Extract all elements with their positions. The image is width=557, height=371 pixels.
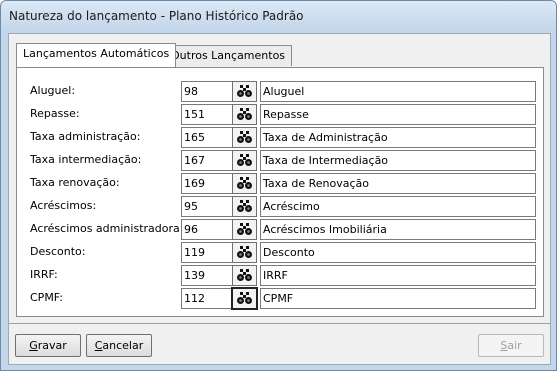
search-button[interactable] — [232, 173, 257, 194]
code-input[interactable]: 95 — [181, 196, 233, 217]
code-input[interactable]: 112 — [181, 288, 233, 309]
form-row: Taxa renovação: 169 Taxa de Renovação — [17, 173, 543, 194]
code-input[interactable]: 165 — [181, 127, 233, 148]
form-row: Desconto: 119 Desconto — [17, 242, 543, 263]
field-label: Acréscimos administradora: — [30, 222, 184, 235]
description-field: Repasse — [260, 104, 536, 125]
description-field: Desconto — [260, 242, 536, 263]
window-title: Natureza do lançamento - Plano Histórico… — [9, 9, 304, 23]
form-row: CPMF: 112 CPMF — [17, 287, 543, 310]
code-input[interactable]: 167 — [181, 150, 233, 171]
form-row: Taxa intermediação: 167 Taxa de Intermedia… — [17, 150, 543, 171]
footer-separator — [9, 323, 550, 324]
form-row: Acréscimos administradora: 96 Acréscimos I… — [17, 219, 543, 240]
exit-button[interactable]: Sair — [478, 334, 544, 357]
description-field: Aluguel — [260, 81, 536, 102]
save-button[interactable]: Gravar — [15, 334, 81, 357]
search-button[interactable] — [232, 219, 257, 240]
form-row: Aluguel: 98 Aluguel — [17, 81, 543, 102]
field-label: CPMF: — [30, 291, 63, 304]
description-field: Acréscimos Imobiliária — [260, 219, 536, 240]
search-button[interactable] — [232, 265, 257, 286]
dialog-window: Natureza do lançamento - Plano Histórico… — [0, 0, 557, 371]
cancel-button[interactable]: Cancelar — [86, 334, 152, 357]
field-label: Taxa administração: — [30, 130, 141, 143]
tab-strip: Lançamentos Automáticos Outros Lançament… — [16, 43, 546, 68]
search-button[interactable] — [232, 150, 257, 171]
field-label: Repasse: — [30, 107, 80, 120]
dialog-client-area: Lançamentos Automáticos Outros Lançament… — [8, 33, 551, 365]
search-button[interactable] — [232, 196, 257, 217]
description-field: Acréscimo — [260, 196, 536, 217]
tab-outros-lancamentos[interactable]: Outros Lançamentos — [164, 45, 293, 66]
field-label: Acréscimos: — [30, 199, 97, 212]
description-field: Taxa de Intermediação — [260, 150, 536, 171]
form-row: Acréscimos: 95 Acréscimo — [17, 196, 543, 217]
code-input[interactable]: 169 — [181, 173, 233, 194]
code-input[interactable]: 98 — [181, 81, 233, 102]
field-label: Taxa intermediação: — [30, 153, 142, 166]
title-bar[interactable]: Natureza do lançamento - Plano Histórico… — [1, 1, 556, 33]
field-label: Desconto: — [30, 245, 86, 258]
tab-label: Lançamentos Automáticos — [23, 47, 170, 60]
search-button[interactable] — [232, 127, 257, 148]
search-button[interactable] — [231, 287, 258, 310]
search-button[interactable] — [232, 81, 257, 102]
field-label: Aluguel: — [30, 84, 76, 97]
description-field: CPMF — [260, 288, 536, 309]
tab-lancamentos-automaticos[interactable]: Lançamentos Automáticos — [16, 43, 177, 67]
form-row: IRRF: 139 IRRF — [17, 265, 543, 286]
description-field: IRRF — [260, 265, 536, 286]
field-label: Taxa renovação: — [30, 176, 120, 189]
field-label: IRRF: — [30, 268, 58, 281]
code-input[interactable]: 151 — [181, 104, 233, 125]
tab-panel-lancamentos: Aluguel: 98 Aluguel Repasse: 151 Repasse Taxa … — [16, 67, 544, 317]
search-button[interactable] — [232, 242, 257, 263]
description-field: Taxa de Administração — [260, 127, 536, 148]
code-input[interactable]: 139 — [181, 265, 233, 286]
form-row: Repasse: 151 Repasse — [17, 104, 543, 125]
code-input[interactable]: 96 — [181, 219, 233, 240]
tab-label: Outros Lançamentos — [171, 49, 286, 62]
description-field: Taxa de Renovação — [260, 173, 536, 194]
code-input[interactable]: 119 — [181, 242, 233, 263]
form-row: Taxa administração: 165 Taxa de Administra… — [17, 127, 543, 148]
search-button[interactable] — [232, 104, 257, 125]
